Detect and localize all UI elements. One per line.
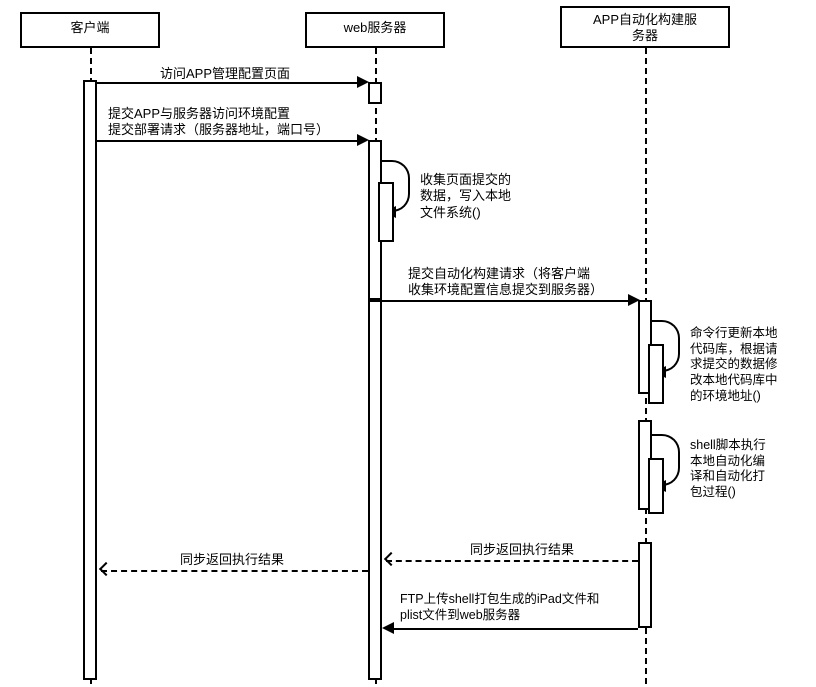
msg2-arrow	[97, 140, 365, 142]
activation-web-1	[368, 82, 382, 104]
participant-client-label: 客户端	[70, 20, 109, 35]
msg5-label: 命令行更新本地 代码库，根据请 求提交的数据修 改本地代码库中 的环境地址()	[690, 326, 778, 404]
msg1-label: 访问APP管理配置页面	[160, 66, 290, 82]
msg4-arrow	[382, 300, 636, 302]
participant-client: 客户端	[20, 12, 160, 48]
msg1-arrow	[97, 82, 365, 84]
msg8-arrowhead-icon	[382, 622, 394, 634]
msg6-nested-activation	[648, 458, 664, 514]
participant-web-label: web服务器	[344, 20, 407, 35]
msg7a-label: 同步返回执行结果	[470, 542, 574, 558]
msg8-label: FTP上传shell打包生成的iPad文件和 plist文件到web服务器	[400, 592, 599, 623]
msg2a-label: 提交APP与服务器访问环境配置	[108, 106, 290, 122]
participant-app: APP自动化构建服 务器	[560, 6, 730, 48]
msg7b-label: 同步返回执行结果	[180, 552, 284, 568]
msg8-arrow	[386, 628, 638, 630]
participant-web: web服务器	[305, 12, 445, 48]
activation-web-3	[368, 300, 382, 680]
msg7a-arrow	[386, 560, 638, 562]
participant-app-label: APP自动化构建服 务器	[593, 12, 697, 43]
msg3-label: 收集页面提交的 数据，写入本地 文件系统()	[420, 172, 511, 221]
msg6-label: shell脚本执行 本地自动化编 译和自动化打 包过程()	[690, 438, 766, 501]
msg2b-label: 提交部署请求（服务器地址，端口号）	[108, 122, 329, 138]
msg5-nested-activation	[648, 344, 664, 404]
msg7a-arrowhead-icon	[384, 552, 398, 566]
msg4-label: 提交自动化构建请求（将客户端 收集环境配置信息提交到服务器）	[408, 266, 603, 299]
activation-app-3	[638, 542, 652, 628]
msg7b-arrowhead-icon	[99, 562, 113, 576]
msg3-nested-activation	[378, 182, 394, 242]
msg7b-arrow	[101, 570, 368, 572]
activation-client-1	[83, 80, 97, 680]
